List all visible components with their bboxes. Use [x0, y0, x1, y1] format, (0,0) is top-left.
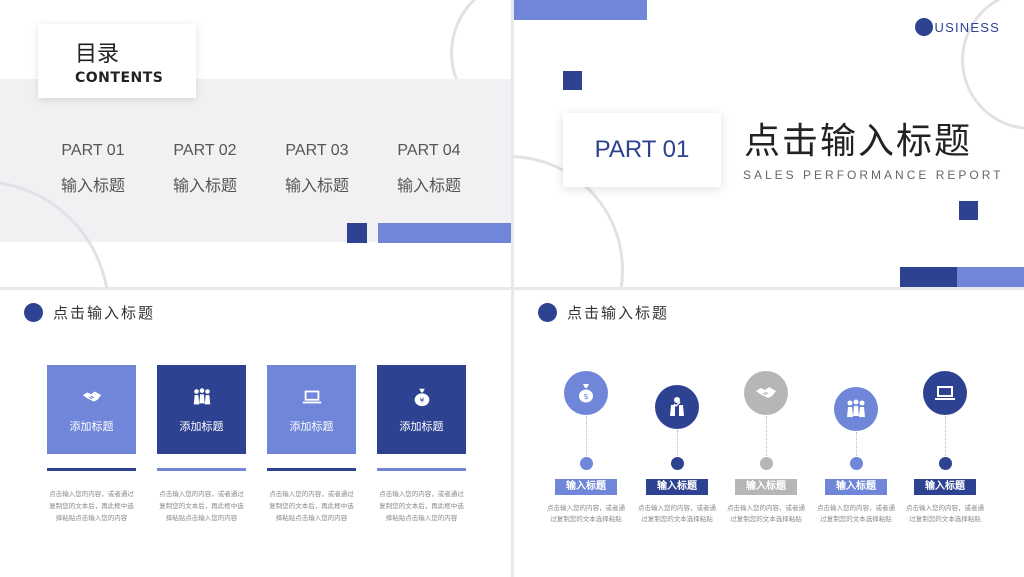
timeline-description[interactable]: 点击输入您的内容，或者通过复制您的文本选择粘贴 — [817, 503, 895, 525]
timeline-dot — [671, 457, 684, 470]
part-title: 输入标题 — [284, 176, 349, 195]
card-underline — [47, 468, 136, 471]
feature-card[interactable]: 添加标题 — [267, 365, 356, 454]
money-bag-icon: ¥ — [414, 388, 429, 406]
decor-bar — [900, 267, 957, 287]
decor-square — [959, 201, 978, 220]
brand-text: BUSINESS — [924, 19, 1000, 35]
timeline-node[interactable] — [744, 371, 788, 415]
decor-square — [347, 223, 367, 243]
header-dot — [24, 303, 43, 322]
slide-grid: 目录 CONTENTS PART 01 输入标题 PART 02 输入标题 PA… — [0, 0, 1024, 577]
timeline-label[interactable]: 输入标题 — [735, 479, 797, 495]
timeline-connector — [856, 432, 857, 458]
slide-four-cards[interactable]: 点击输入标题 添加标题 添加标题 添加标题 ¥ 添加标题 点击输入您的内容，或者… — [0, 290, 511, 577]
part-entry[interactable]: PART 01 输入标题 — [48, 142, 138, 196]
slide-header: 点击输入标题 — [24, 302, 155, 323]
part-number: PART 03 — [285, 142, 349, 159]
card-underline — [267, 468, 356, 471]
part-entry[interactable]: PART 03 输入标题 — [272, 142, 362, 196]
timeline-description[interactable]: 点击输入您的内容，或者通过复制您的文本选择粘贴 — [727, 503, 805, 525]
timeline-label[interactable]: 输入标题 — [914, 479, 976, 495]
brand-mark: BUSINESS — [914, 18, 1000, 36]
svg-text:¥: ¥ — [419, 395, 424, 404]
svg-text:$: $ — [583, 392, 588, 401]
timeline-dot — [760, 457, 773, 470]
timeline-connector — [945, 416, 946, 458]
feature-card[interactable]: ¥ 添加标题 — [377, 365, 466, 454]
header-title[interactable]: 点击输入标题 — [53, 302, 155, 323]
part-entry[interactable]: PART 04 输入标题 — [384, 142, 474, 196]
timeline-node[interactable] — [655, 385, 699, 429]
header-title[interactable]: 点击输入标题 — [567, 302, 669, 323]
money-bag-icon: $ — [579, 384, 593, 403]
part-title: 输入标题 — [60, 176, 125, 195]
part-number: PART 04 — [397, 142, 461, 159]
laptop-icon — [302, 390, 321, 403]
header-dot — [538, 303, 557, 322]
decor-square — [563, 71, 582, 90]
timeline-label[interactable]: 输入标题 — [825, 479, 887, 495]
part-number: PART 02 — [173, 142, 237, 159]
slide-timeline[interactable]: 点击输入标题 $ 输入标题 点击输入您的内容，或者通过复制您的文本选择粘贴 输入… — [514, 290, 1024, 577]
card-description[interactable]: 点击输入您的内容，或者通过复制您的文本后，再此框中选择粘贴点击输入您的内容 — [377, 488, 466, 524]
timeline-dot — [939, 457, 952, 470]
timeline-description[interactable]: 点击输入您的内容，或者通过复制您的文本选择粘贴 — [547, 503, 625, 525]
card-description[interactable]: 点击输入您的内容，或者通过复制您的文本后，再此框中选择粘贴点击输入您的内容 — [157, 488, 246, 524]
timeline-dot — [580, 457, 593, 470]
card-label: 添加标题 — [399, 419, 444, 433]
decor-bar — [957, 267, 1024, 287]
laptop-icon — [935, 386, 955, 400]
part-entry[interactable]: PART 02 输入标题 — [160, 142, 250, 196]
toc-card: 目录 CONTENTS — [38, 24, 196, 98]
feature-card[interactable]: 添加标题 — [157, 365, 246, 454]
timeline-label[interactable]: 输入标题 — [646, 479, 708, 495]
team-icon — [670, 397, 684, 416]
card-label: 添加标题 — [289, 419, 334, 433]
handshake-icon — [756, 387, 776, 398]
feature-card[interactable]: 添加标题 — [47, 365, 136, 454]
card-label: 添加标题 — [179, 419, 224, 433]
slide-contents[interactable]: 目录 CONTENTS PART 01 输入标题 PART 02 输入标题 PA… — [0, 0, 511, 287]
card-description[interactable]: 点击输入您的内容，或者通过复制您的文本后，再此框中选择粘贴点击输入您的内容 — [47, 488, 136, 524]
timeline-description[interactable]: 点击输入您的内容，或者通过复制您的文本选择粘贴 — [906, 503, 984, 525]
team-icon — [847, 399, 865, 417]
timeline-connector — [677, 430, 678, 458]
card-underline — [157, 468, 246, 471]
timeline-node[interactable] — [834, 387, 878, 431]
part-title: 输入标题 — [172, 176, 237, 195]
part-card: PART 01 — [563, 113, 721, 187]
timeline-label[interactable]: 输入标题 — [555, 479, 617, 495]
timeline-node[interactable] — [923, 371, 967, 415]
slide-section-title[interactable]: BUSINESS PART 01 点击输入标题 SALES PERFORMANC… — [514, 0, 1024, 287]
timeline-dot — [850, 457, 863, 470]
toc-subtitle: CONTENTS — [75, 70, 164, 86]
card-label: 添加标题 — [69, 419, 114, 433]
section-title[interactable]: 点击输入标题 — [744, 112, 972, 164]
slide-header: 点击输入标题 — [538, 302, 669, 323]
part-number: PART 01 — [61, 142, 125, 159]
card-underline — [377, 468, 466, 471]
decor-bar — [378, 223, 511, 243]
timeline-connector — [766, 416, 767, 458]
handshake-icon — [82, 391, 101, 402]
decor-bar — [514, 0, 647, 20]
timeline-node[interactable]: $ — [564, 371, 608, 415]
timeline-description[interactable]: 点击输入您的内容，或者通过复制您的文本选择粘贴 — [638, 503, 716, 525]
card-description[interactable]: 点击输入您的内容，或者通过复制您的文本后，再此框中选择粘贴点击输入您的内容 — [267, 488, 356, 524]
part-number: PART 01 — [594, 136, 690, 163]
team-icon — [193, 387, 210, 404]
part-title: 输入标题 — [396, 176, 461, 195]
timeline-connector — [586, 416, 587, 458]
section-subtitle: SALES PERFORMANCE REPORT — [743, 168, 1004, 182]
toc-title: 目录 — [75, 42, 120, 67]
